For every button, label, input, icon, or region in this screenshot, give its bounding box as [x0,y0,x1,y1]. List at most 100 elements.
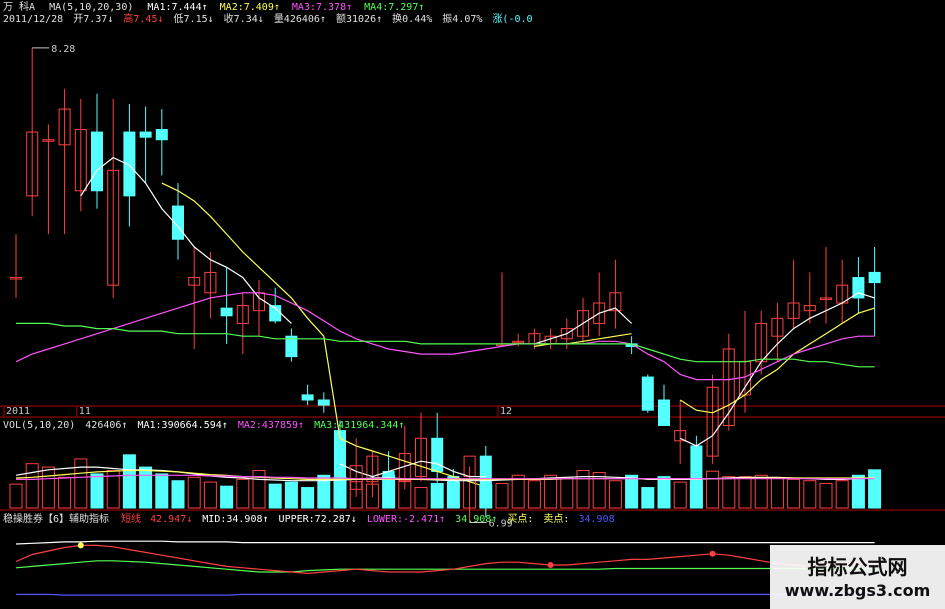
ma2-value: MA2:7.409↑ [219,2,280,13]
candle-body-18 [301,394,314,401]
volume-bar-13 [220,485,234,509]
volume-bar-29 [479,484,493,509]
indicator-bar-value: 42.947↓ [150,514,193,525]
volume-bar-53 [868,469,882,509]
volume-bar-43 [706,470,720,509]
close-value: 收7.34↓ [223,14,264,25]
indicator-lower: LOWER:-2.471↑ [366,514,446,525]
candle-body-9 [155,129,168,141]
volume-bar-37 [608,480,622,509]
candle-body-26 [431,437,444,472]
high-value: 高7.45↓ [123,14,164,25]
volume-bar-52 [851,474,865,509]
volume-bar-42 [689,480,703,509]
amplitude-value: 振4.07% [442,14,483,25]
volume-bar-47 [770,477,784,509]
indicator-val: 34.908↑ [455,514,498,525]
indicator-mid: MID:34.908↑ [202,514,269,525]
volume-bar-14 [236,478,250,509]
candle-body-19 [317,399,330,406]
indicator-upper: UPPER:72.287↓ [278,514,357,525]
volume-value: 量426406↑ [273,14,326,25]
ma-label: MA(5,10,20,30) [49,2,134,13]
volume-bar-4 [74,458,88,509]
ma3-value: MA3:7.378↑ [291,2,353,13]
volume-bar-32 [527,480,541,509]
volume-bar-7 [122,454,136,509]
turnover-value: 换0.44% [392,14,433,25]
indicator-header: 稳操胜券【6】辅助指标 短线 42.947↓ MID:34.908↑ UPPER… [3,514,615,526]
volume-bar-27 [446,481,460,509]
volume-bar-8 [139,466,153,509]
indicator-sell-value: 34.908 [578,514,615,525]
volume-bar-33 [544,474,558,509]
candle-body-39 [641,376,654,411]
volume-bar-50 [819,482,833,509]
volume-bar-9 [155,473,169,509]
watermark-title: 指标公式网 [807,555,908,579]
volume-bar-51 [835,480,849,509]
volume-bar-49 [803,480,817,509]
vol-ma2: MA2:437859↑ [237,420,305,431]
indicator-signal-dot-0 [77,542,84,549]
candle-body-8 [139,131,152,138]
vol-ma3: MA3:431964.344↑ [314,420,405,431]
ma1-value: MA1:7.444↑ [147,2,208,13]
volume-bar-48 [787,478,801,509]
indicator-buy: 买点: [507,514,534,525]
volume-bar-40 [657,476,671,509]
low-value: 低7.15↓ [173,14,214,25]
stock-name: 万 科A [3,2,36,13]
ma4-value: MA4:7.297↑ [364,2,425,13]
volume-bar-34 [560,476,574,509]
volume-bar-5 [90,473,104,509]
indicator-signal-dot-2 [709,550,716,557]
date-axis-label-1: 11 [79,406,91,417]
volume-bar-39 [641,487,655,509]
date-value: 2011/12/28 [3,14,64,25]
volume-bar-41 [673,481,687,509]
volume-bar-25 [414,487,428,509]
volume-bar-30 [495,482,509,509]
price-ma4-line-0 [16,322,875,368]
indicator-name: 稳操胜券【6】辅助指标 [3,514,110,525]
volume-bar-3 [58,476,72,509]
volume-bar-44 [722,476,736,509]
price-header-row1: 万 科A MA(5,10,20,30) MA1:7.444↑ MA2:7.409… [3,2,424,14]
vol-label: VOL(5,10,20) [3,420,76,431]
volume-bar-0 [9,483,23,509]
date-axis-label-0: 2011 [6,406,30,417]
indicator-series-3-line-0 [16,593,875,596]
price-header-row2: 2011/12/28 开7.37↓ 高7.45↓ 低7.15↓ 收7.34↓ 量… [3,14,533,26]
volume-bar-10 [171,480,185,509]
candle-body-5 [91,131,103,192]
volume-bar-26 [430,482,444,509]
volume-bar-46 [754,474,768,509]
change-value: 涨(-0.0 [492,14,533,25]
indicator-series-0-line-0 [15,540,875,545]
volume-bar-2 [41,466,55,509]
volume-bar-20 [333,476,347,509]
volume-bar-18 [301,487,315,509]
open-value: 开7.37↓ [73,14,114,25]
amount-value: 额31026↑ [336,14,383,25]
volume-bar-17 [284,481,298,509]
vol-ma1: MA1:390664.594↑ [137,420,228,431]
volume-bar-16 [268,483,282,509]
indicator-sell: 卖点: [543,514,570,525]
candle-body-13 [220,307,233,317]
vol-header: VOL(5,10,20) 426406↑ MA1:390664.594↑ MA2… [3,420,404,432]
candle-body-40 [658,399,670,427]
volume-bar-11 [187,476,201,509]
price-ma1-line-0 [80,156,292,324]
indicator-signal-dot-1 [547,562,554,568]
volume-bar-23 [382,474,396,509]
volume-bar-31 [511,474,525,509]
indicator-bar-label: 短线 [121,514,142,525]
candle-body-53 [868,271,881,284]
volume-bar-12 [203,481,217,509]
site-watermark: 指标公式网 www.zbgs3.com [770,545,945,609]
date-axis-label-2: 12 [500,406,512,417]
volume-bar-38 [625,474,639,509]
price-ma3-line-0 [15,292,875,381]
